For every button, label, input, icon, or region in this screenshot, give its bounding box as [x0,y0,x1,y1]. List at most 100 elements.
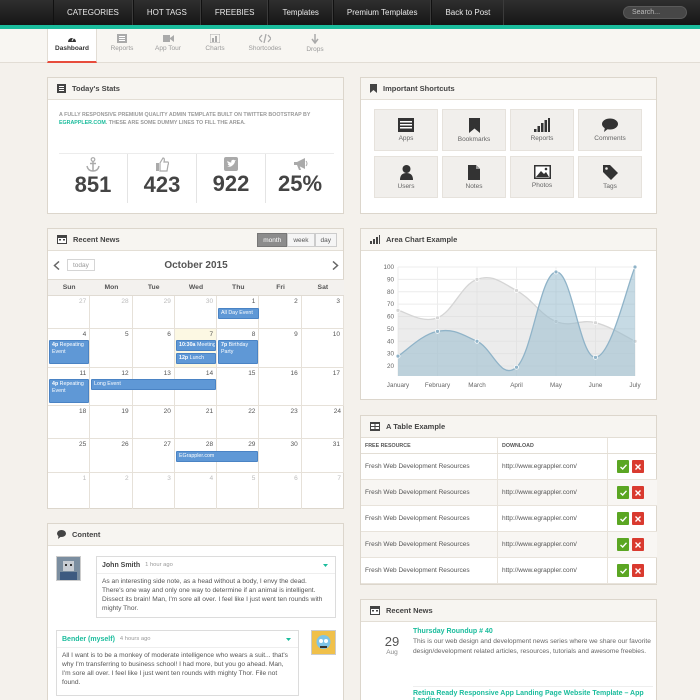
signal-bars-icon [534,118,550,132]
calendar-day[interactable]: 25 [48,439,91,472]
calendar-day[interactable]: 17 [302,368,344,405]
calendar-day[interactable]: 2 [259,296,302,328]
tab-reports[interactable]: Reports [97,29,147,63]
egrappler-link[interactable]: EGRAPPLER.COM [59,120,106,126]
calendar-day[interactable]: 16 [259,368,302,405]
approve-button[interactable] [617,512,629,525]
download-cell[interactable]: http://www.egrappler.com/ [498,558,608,583]
download-cell[interactable]: http://www.egrappler.com/ [498,506,608,531]
delete-button[interactable] [632,564,644,577]
calendar-day[interactable]: 6 [259,473,302,509]
data-point [435,315,440,321]
download-arrow-icon [311,34,319,44]
calendar-day[interactable]: 9 [259,329,302,367]
delete-button[interactable] [632,512,644,525]
shortcut-apps[interactable]: Apps [374,109,438,151]
calendar-day[interactable]: 15 [217,368,260,405]
calendar-day[interactable]: 31 [302,439,344,472]
approve-button[interactable] [617,564,629,577]
delete-button[interactable] [632,460,644,473]
avatar[interactable] [311,630,336,655]
comment-author[interactable]: Bender (myself) [62,636,115,643]
calendar-day[interactable]: 5 [90,329,133,367]
calendar-day[interactable]: 20 [133,406,175,438]
calendar-day[interactable]: 7 [302,473,344,509]
calendar-event-birthday[interactable]: 7p Birthday Party [218,340,258,364]
calendar-day[interactable]: 23 [259,406,302,438]
nav-item-premium-templates[interactable]: Premium Templates [332,0,432,25]
download-cell[interactable]: http://www.egrappler.com/ [498,480,608,505]
nav-item-hot-tags[interactable]: HOT TAGS [132,0,201,25]
news-title[interactable]: Retina Ready Responsive App Landing Page… [413,690,653,700]
view-week-button[interactable]: week [287,233,315,247]
data-point [474,276,480,282]
view-month-button[interactable]: month [257,233,288,247]
search-input[interactable]: Search... [623,6,687,19]
calendar-event-meeting[interactable]: 10:30a Meeting [176,340,216,351]
calendar-day[interactable]: 1 [48,473,91,509]
calendar-day[interactable]: 24 [302,406,344,438]
shortcut-comments[interactable]: Comments [578,109,642,151]
tab-drops[interactable]: Drops [290,29,340,63]
comment-author[interactable]: John Smith [102,562,140,569]
stat-item: 922 [197,154,266,203]
day-number: 7 [337,475,341,482]
calendar-day[interactable]: 2 [90,473,133,509]
calendar-day[interactable]: 28 [90,296,133,328]
tab-app-tour[interactable]: App Tour [143,29,193,63]
calendar-day[interactable]: 5 [217,473,260,509]
calendar-day[interactable]: 21 [175,406,218,438]
tab-charts[interactable]: Charts [190,29,240,63]
shortcut-reports[interactable]: Reports [510,109,574,151]
shortcut-users[interactable]: Users [374,156,438,198]
delete-button[interactable] [632,538,644,551]
calendar-day[interactable]: 29 [133,296,175,328]
calendar-day[interactable]: 30 [175,296,218,328]
panel-header: Important Shortcuts [361,78,656,100]
calendar-week: 27 28 29 30 1 2 3 All Day Event [48,296,344,329]
nav-item-categories[interactable]: CATEGORIES [53,0,133,25]
shortcut-notes[interactable]: Notes [442,156,506,198]
event-time: 4p [52,381,59,387]
delete-button[interactable] [632,486,644,499]
news-title[interactable]: Thursday Roundup # 40 [413,628,653,635]
nav-item-back-to-post[interactable]: Back to Post [431,0,505,25]
nav-item-templates[interactable]: Templates [268,0,333,25]
calendar-day[interactable]: 22 [217,406,260,438]
data-point [474,338,480,344]
calendar-day[interactable]: 4 [175,473,218,509]
shortcut-tags[interactable]: Tags [578,156,642,198]
approve-button[interactable] [617,460,629,473]
calendar-day[interactable]: 26 [90,439,133,472]
calendar-day[interactable]: 3 [133,473,175,509]
calendar-event-egrappler[interactable]: EGrappler.com [176,451,258,462]
calendar-day[interactable]: 10 [302,329,344,367]
calendar-event-lunch[interactable]: 12p Lunch [176,353,216,364]
calendar-day[interactable]: 27 [133,439,175,472]
calendar-day[interactable]: 6 [133,329,175,367]
calendar-event-repeating[interactable]: 4p Repeating Event [49,340,89,364]
calendar-day[interactable]: 19 [90,406,133,438]
calendar-day[interactable]: 18 [48,406,91,438]
nav-item-freebies[interactable]: FREEBIES [200,0,269,25]
caret-down-icon[interactable] [286,638,291,641]
tab-shortcodes[interactable]: Shortcodes [240,29,290,63]
avatar[interactable] [56,556,81,581]
approve-button[interactable] [617,486,629,499]
approve-button[interactable] [617,538,629,551]
calendar-day[interactable]: 27 [48,296,91,328]
tab-dashboard[interactable]: Dashboard [47,29,97,63]
view-day-button[interactable]: day [314,233,337,247]
shortcut-photos[interactable]: Photos [510,156,574,198]
calendar-day[interactable]: 30 [259,439,302,472]
shortcut-bookmarks[interactable]: Bookmarks [442,109,506,151]
calendar-event-all-day[interactable]: All Day Event [218,308,259,319]
calendar-event-repeating[interactable]: 4p Repeating Event [49,379,89,403]
calendar-day[interactable]: 3 [302,296,344,328]
chevron-right-icon[interactable] [332,261,339,270]
day-number: 6 [167,331,171,338]
download-cell[interactable]: http://www.egrappler.com/ [498,532,608,557]
caret-down-icon[interactable] [323,564,328,567]
download-cell[interactable]: http://www.egrappler.com/ [498,454,608,479]
calendar-event-long[interactable]: Long Event [91,379,216,390]
